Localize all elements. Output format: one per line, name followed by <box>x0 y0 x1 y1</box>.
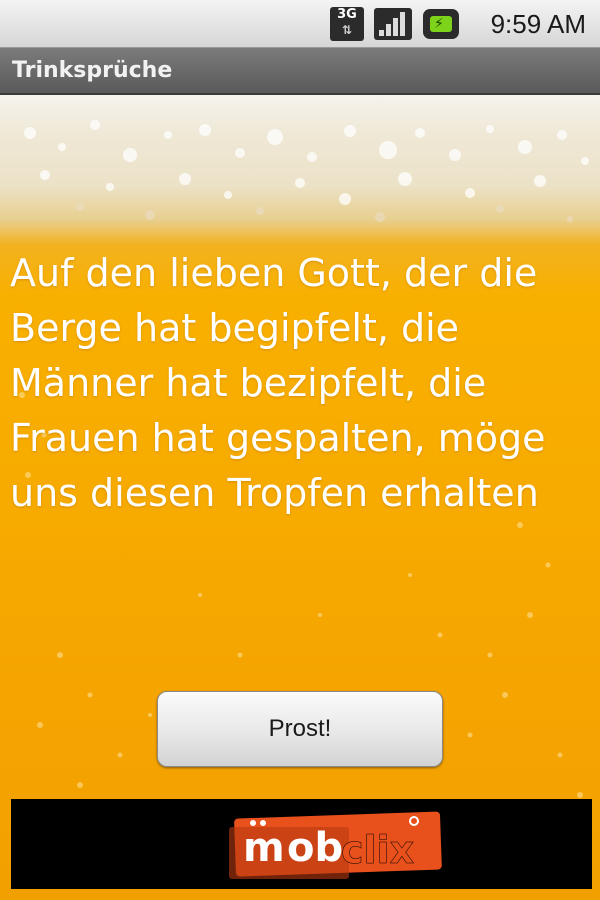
app-title: Trinksprüche <box>12 58 173 83</box>
svg-text:ob: ob <box>287 825 343 871</box>
svg-text:m: m <box>243 825 285 871</box>
signal-strength-icon <box>374 8 412 40</box>
app-screen: 3G ⇅ ⚡ 9:59 AM Trinksprüche Auf den lieb… <box>0 0 600 900</box>
network-type-label: 3G <box>337 7 357 22</box>
battery-charging-icon: ⚡ <box>423 9 459 39</box>
network-3g-icon: 3G ⇅ <box>330 7 364 41</box>
toast-text: Auf den lieben Gott, der die Berge hat b… <box>10 251 546 515</box>
network-activity-icon: ⇅ <box>341 23 353 37</box>
title-bar: Trinksprüche <box>0 48 600 95</box>
svg-text:clix: clix <box>341 828 414 872</box>
ad-banner[interactable]: m ob clix <box>11 799 592 889</box>
prost-button[interactable]: Prost! <box>157 691 443 767</box>
mobclix-logo-icon: m ob clix <box>229 811 442 879</box>
status-bar: 3G ⇅ ⚡ 9:59 AM <box>0 0 600 48</box>
status-time: 9:59 AM <box>490 9 586 39</box>
charging-bolt-icon: ⚡ <box>434 16 444 32</box>
